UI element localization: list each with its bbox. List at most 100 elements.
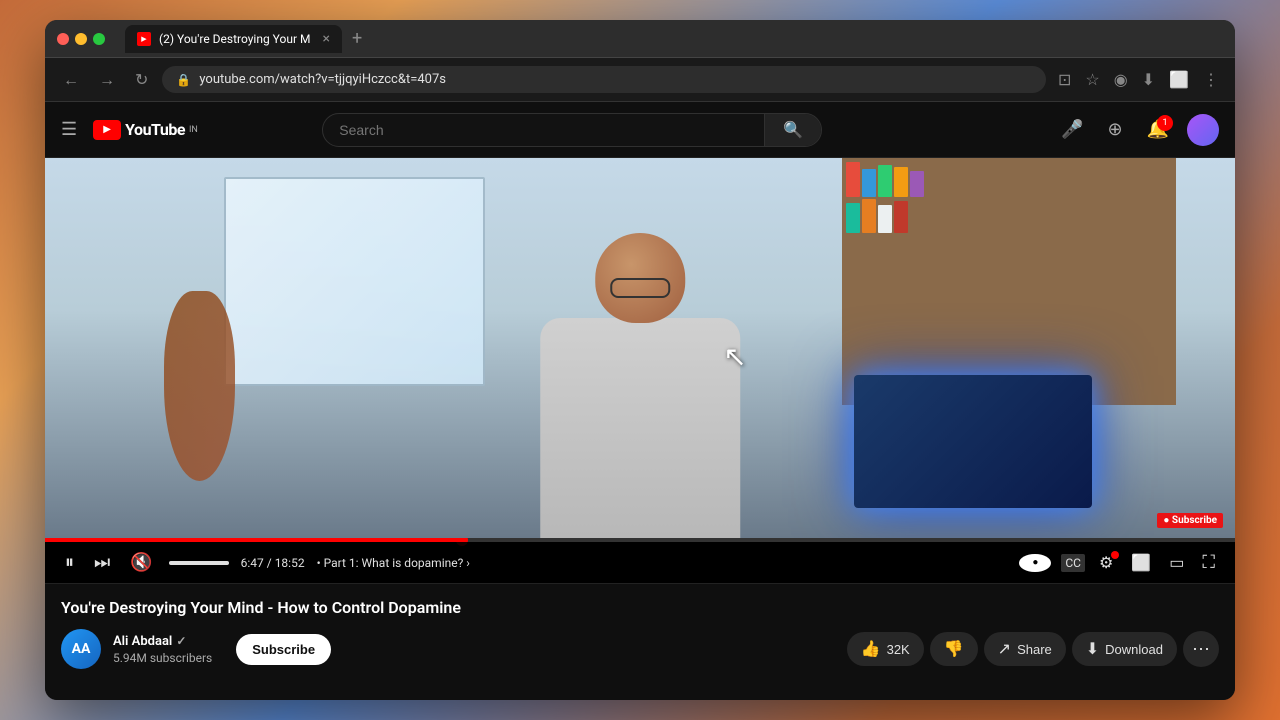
volume-slider[interactable] [169,561,229,565]
subscribe-button[interactable]: Subscribe [236,634,331,665]
notifications-badge: 1 [1157,115,1173,131]
youtube-container: ☰ ▶ YouTube IN 🔍 🎤 ⊕ 🔔 1 [45,102,1235,700]
address-bar: ← → ↻ 🔒 youtube.com/watch?v=tjjqyiHczcc&… [45,58,1235,102]
settings-container: ⚙ [1095,553,1117,572]
channel-avatar[interactable]: AA [61,629,101,669]
new-tab-button[interactable]: + [346,26,368,51]
search-button[interactable]: 🔍 [764,114,821,146]
action-buttons: 👍 32K 👎 ↗ Share ⬇ Download [847,631,1219,667]
channel-row: AA Ali Abdaal ✓ 5.94M subscribers Subscr… [61,629,1219,669]
minimize-button[interactable] [75,33,87,45]
cast-icon[interactable]: ⊡ [1054,66,1075,93]
autoplay-toggle[interactable]: ● [1019,554,1051,572]
time-separator: / [267,556,275,570]
maximize-button[interactable] [93,33,105,45]
dislike-icon: 👎 [944,639,964,659]
forward-button[interactable]: → [93,66,121,94]
title-bar: (2) You're Destroying Your M × + [45,20,1235,58]
chapter-info[interactable]: • Part 1: What is dopamine? › [317,556,470,570]
search-input[interactable] [323,114,764,146]
fullscreen-button[interactable]: ⛶ [1198,550,1219,575]
more-actions-button[interactable]: ⋯ [1183,631,1219,667]
video-title: You're Destroying Your Mind - How to Con… [61,598,1219,617]
youtube-main: ↖ ● Subscribe ⏸ ⏭ 🔇 6:47 / [45,158,1235,700]
search-wrap: 🔍 [322,113,822,147]
theater-button[interactable]: ▭ [1165,551,1188,574]
url-text: youtube.com/watch?v=tjjqyiHczcc&t=407s [199,72,446,87]
bookmark-icon[interactable]: ☆ [1081,66,1103,93]
book [862,169,876,197]
download-icon: ⬇ [1086,639,1099,659]
volume-button[interactable]: 🔇 [126,550,156,575]
profile-icon[interactable]: ◉ [1110,66,1132,93]
download-browser-icon[interactable]: ⬇ [1138,66,1159,93]
close-button[interactable] [57,33,69,45]
hamburger-menu[interactable]: ☰ [61,119,77,140]
share-button[interactable]: ↗ Share [984,632,1066,666]
browser-window: (2) You're Destroying Your M × + ← → ↻ 🔒… [45,20,1235,700]
book [846,162,860,197]
chapter-name: Part 1: What is dopamine? [324,556,464,570]
share-label: Share [1017,642,1052,657]
channel-subscribers: 5.94M subscribers [113,651,212,665]
controls-right: ● CC ⚙ ⬜ ▭ ⛶ [1019,550,1219,575]
person-head [595,233,685,323]
video-frame[interactable]: ↖ ● Subscribe [45,158,1235,538]
youtube-logo-icon: ▶ [93,120,121,140]
menu-icon[interactable]: ⋮ [1199,66,1223,93]
like-icon: 👍 [861,639,881,659]
extensions-icon[interactable]: ⬜ [1165,66,1193,93]
time-display: 6:47 / 18:52 [241,556,305,570]
traffic-lights [57,33,105,45]
settings-badge [1111,551,1119,559]
youtube-logo-text: YouTube [125,120,185,139]
subscribe-watermark[interactable]: ● Subscribe [1157,513,1223,528]
microphone-icon[interactable]: 🎤 [1055,113,1089,146]
book [894,167,908,197]
book [910,171,924,197]
download-button[interactable]: ⬇ Download [1072,632,1177,666]
current-time: 6:47 [241,556,264,570]
person-body [540,318,740,538]
book [878,165,892,197]
youtube-country-badge: IN [189,125,198,135]
channel-avatar-initials: AA [72,641,91,657]
channel-name[interactable]: Ali Abdaal ✓ [113,634,212,649]
chapter-separator: • [317,556,324,570]
refresh-button[interactable]: ↻ [129,66,154,93]
create-icon[interactable]: ⊕ [1101,113,1128,146]
header-right: 🎤 ⊕ 🔔 1 [1055,113,1219,146]
user-avatar[interactable] [1187,114,1219,146]
video-section: ↖ ● Subscribe ⏸ ⏭ 🔇 6:47 / [45,158,1235,583]
notifications-button[interactable]: 🔔 1 [1141,113,1175,146]
search-bar: 🔍 [322,113,822,147]
next-button[interactable]: ⏭ [90,550,114,575]
subtitles-button[interactable]: CC [1061,554,1085,572]
dislike-button[interactable]: 👎 [930,632,978,666]
play-pause-button[interactable]: ⏸ [61,550,78,575]
total-time: 18:52 [275,556,305,570]
like-button[interactable]: 👍 32K [847,632,924,666]
active-tab[interactable]: (2) You're Destroying Your M × [125,25,342,53]
miniplayer-button[interactable]: ⬜ [1127,551,1155,574]
channel-name-text: Ali Abdaal [113,634,172,649]
tab-title: (2) You're Destroying Your M [159,32,311,46]
youtube-header: ☰ ▶ YouTube IN 🔍 🎤 ⊕ 🔔 1 [45,102,1235,158]
chapter-chevron: › [466,556,470,570]
guitar-element [164,291,235,481]
lock-icon: 🔒 [176,73,191,87]
share-icon: ↗ [998,639,1011,659]
like-count: 32K [887,642,910,657]
youtube-logo[interactable]: ▶ YouTube IN [93,120,198,140]
person-glasses [610,278,670,298]
download-label: Download [1105,642,1163,657]
video-info: You're Destroying Your Mind - How to Con… [45,583,1235,683]
back-button[interactable]: ← [57,66,85,94]
verified-badge: ✓ [176,634,186,648]
video-controls: ⏸ ⏭ 🔇 6:47 / 18:52 • Part 1: What is dop… [45,542,1235,583]
url-bar[interactable]: 🔒 youtube.com/watch?v=tjjqyiHczcc&t=407s [162,66,1046,93]
tab-close-button[interactable]: × [323,31,330,47]
shelf-row-1 [846,162,1171,197]
tab-favicon [137,32,151,46]
person-element [372,215,908,538]
